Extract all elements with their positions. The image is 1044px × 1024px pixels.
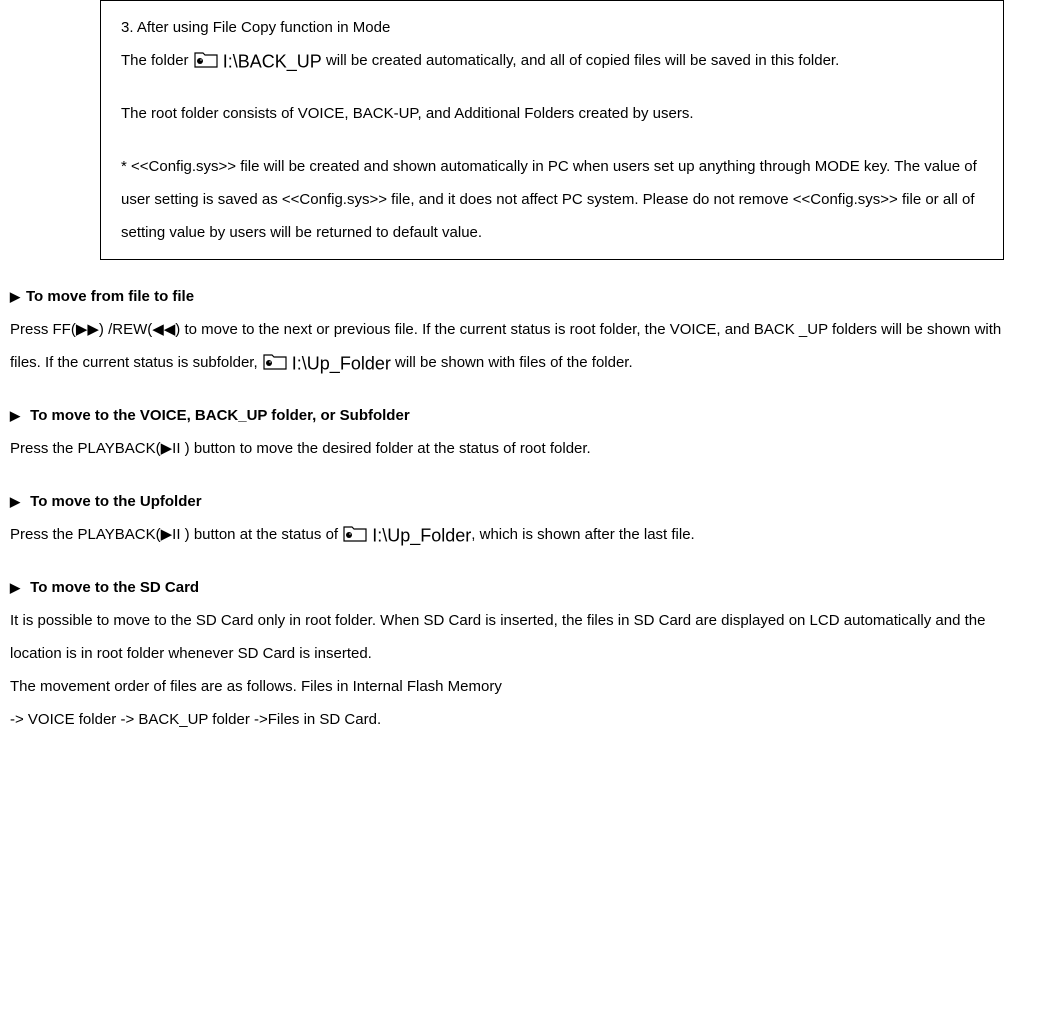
section-title-move-voice: To move to the VOICE, BACK_UP folder, or… [10, 399, 1034, 432]
section-title-text: To move from file to file [26, 288, 194, 305]
text: will be shown with files of the folder. [395, 354, 633, 371]
folder-icon [342, 525, 368, 546]
folder-graphic-upfolder-2: I:\Up_Folder [342, 525, 471, 546]
section-body-move-file: Press FF(▶▶) /REW(◀◀) to move to the nex… [10, 313, 1034, 379]
folder-label: I:\BACK_UP [223, 51, 322, 71]
text-before: The folder [121, 52, 193, 69]
section-body-sd3: -> VOICE folder -> BACK_UP folder ->File… [10, 703, 1034, 736]
folder-graphic-upfolder: I:\Up_Folder [262, 353, 391, 374]
box-root-folder: The root folder consists of VOICE, BACK-… [121, 97, 983, 130]
info-box: 3. After using File Copy function in Mod… [100, 0, 1004, 260]
section-body-upfolder: Press the PLAYBACK(▶II ) button at the s… [10, 518, 1034, 551]
box-title: 3. After using File Copy function in Mod… [121, 11, 983, 44]
box-line-folder: The folder I:\BACK_UP will be created au… [121, 44, 983, 77]
section-title-upfolder: To move to the Upfolder [10, 485, 1034, 518]
document-page: 3. After using File Copy function in Mod… [0, 0, 1044, 766]
folder-graphic-backup: I:\BACK_UP [193, 51, 322, 72]
box-config: * <<Config.sys>> file will be created an… [121, 150, 983, 249]
section-title-sd-card: To move to the SD Card [10, 571, 1034, 604]
section-title-text: To move to the VOICE, BACK_UP folder, or… [26, 407, 410, 424]
folder-icon [193, 51, 219, 72]
folder-label: I:\Up_Folder [372, 525, 471, 545]
section-title-text: To move to the SD Card [26, 579, 199, 596]
section-body-move-voice: Press the PLAYBACK(▶II ) button to move … [10, 432, 1034, 465]
folder-label: I:\Up_Folder [292, 353, 391, 373]
section-body-sd1: It is possible to move to the SD Card on… [10, 604, 1034, 670]
text-after: will be created automatically, and all o… [326, 52, 839, 69]
folder-icon [262, 353, 288, 374]
section-body-sd2: The movement order of files are as follo… [10, 670, 1034, 703]
section-title-move-file: To move from file to file [10, 280, 1034, 313]
section-title-text: To move to the Upfolder [26, 493, 202, 510]
text: , which is shown after the last file. [471, 526, 694, 543]
text: Press the PLAYBACK(▶II ) button at the s… [10, 526, 342, 543]
